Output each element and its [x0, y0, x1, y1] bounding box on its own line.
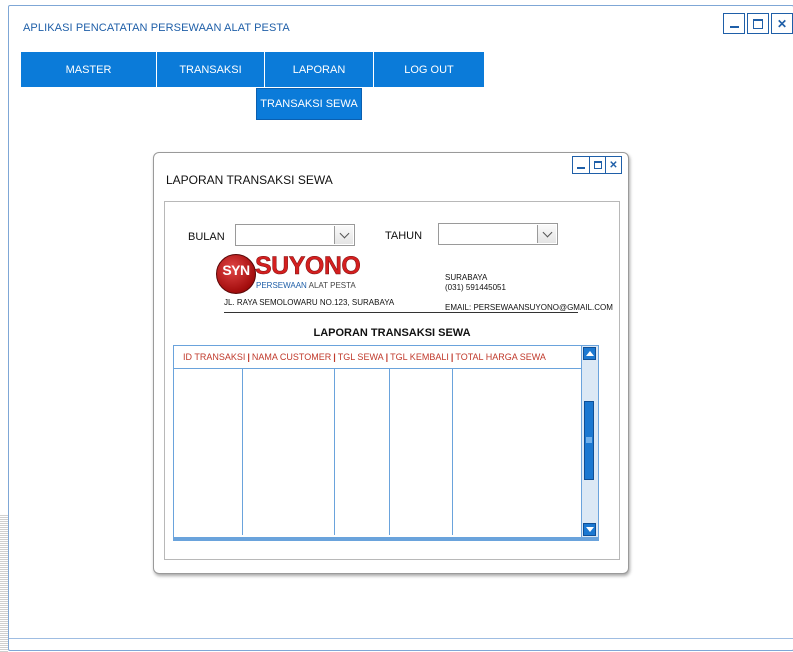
scroll-down-button[interactable] — [583, 523, 596, 536]
col-nama-customer: NAMA CUSTOMER — [251, 352, 332, 362]
close-icon: ✕ — [609, 159, 618, 171]
app-title: APLIKASI PENCATATAN PERSEWAAN ALAT PESTA — [23, 22, 290, 34]
table-header: ID TRANSAKSI | NAMA CUSTOMER | TGL SEWA … — [174, 346, 584, 369]
report-window: LAPORAN TRANSAKSI SEWA ✕ BULAN TAHUN SYN… — [153, 152, 629, 574]
column-line — [334, 368, 335, 535]
left-edge-pattern — [0, 515, 8, 652]
maximize-icon — [753, 18, 763, 29]
column-divider: | — [247, 352, 250, 362]
arrow-up-icon — [585, 351, 594, 356]
report-minimize-button[interactable] — [573, 157, 589, 173]
column-line — [452, 368, 453, 535]
report-panel: BULAN TAHUN SYN SUYONO PERSEWAAN ALAT PE… — [164, 201, 620, 560]
logo-tagline-blue: PERSEWAAN — [256, 281, 307, 290]
maximize-button[interactable] — [747, 13, 769, 34]
col-tgl-kembali: TGL KEMBALI — [390, 352, 449, 362]
bulan-label: BULAN — [188, 231, 225, 243]
bulan-select[interactable] — [235, 224, 355, 246]
maximize-icon — [593, 161, 602, 169]
submenu-transaksi-sewa[interactable]: TRANSAKSI SEWA — [256, 88, 362, 120]
report-heading: LAPORAN TRANSAKSI SEWA — [313, 327, 471, 339]
chevron-down-icon[interactable] — [334, 226, 353, 244]
company-email: EMAIL: PERSEWAANSUYONO@GMAIL.COM — [445, 303, 613, 312]
column-line — [389, 368, 390, 535]
logo-tagline-gray: ALAT PESTA — [308, 281, 356, 290]
arrow-down-icon — [585, 527, 594, 532]
close-icon: ✕ — [776, 16, 788, 31]
menu-transaksi[interactable]: TRANSAKSI — [157, 52, 265, 87]
menu-master[interactable]: MASTER — [21, 52, 157, 87]
menu-logout[interactable]: LOG OUT — [374, 52, 484, 87]
menu-bar: MASTER TRANSAKSI LAPORAN LOG OUT — [21, 52, 484, 87]
column-divider: | — [385, 352, 389, 362]
report-close-button[interactable]: ✕ — [605, 157, 621, 173]
col-id-transaksi: ID TRANSAKSI — [183, 352, 246, 362]
tahun-select[interactable] — [438, 223, 558, 245]
tahun-label: TAHUN — [385, 230, 423, 242]
minimize-icon — [577, 166, 585, 169]
col-total-harga-sewa: TOTAL HARGA SEWA — [455, 352, 546, 362]
col-tgl-sewa: TGL SEWA — [337, 352, 384, 362]
scroll-up-button[interactable] — [583, 347, 596, 360]
scroll-thumb[interactable] — [584, 401, 594, 480]
minimize-button[interactable] — [723, 13, 745, 34]
company-phone: (031) 591445051 — [445, 283, 506, 292]
report-maximize-button[interactable] — [589, 157, 605, 173]
column-divider: | — [333, 352, 336, 362]
grip-icon — [586, 437, 592, 443]
company-address: JL. RAYA SEMOLOWARU NO.123, SURABAYA — [224, 298, 395, 307]
logo-tagline: PERSEWAAN ALAT PESTA — [256, 281, 356, 290]
table-footer-bar — [173, 538, 599, 541]
close-button[interactable]: ✕ — [771, 13, 793, 34]
bottom-divider — [9, 638, 793, 639]
company-city: SURABAYA — [445, 273, 488, 282]
minimize-icon — [729, 25, 739, 28]
report-window-title: LAPORAN TRANSAKSI SEWA — [166, 173, 333, 187]
report-window-controls: ✕ — [572, 156, 622, 174]
transactions-table: ID TRANSAKSI | NAMA CUSTOMER | TGL SEWA … — [173, 345, 599, 538]
logo-name: SUYONO — [255, 252, 361, 280]
vertical-scrollbar[interactable] — [581, 346, 598, 537]
logo-mark: SYN — [222, 262, 250, 278]
window-controls: ✕ — [721, 13, 793, 34]
column-line — [242, 368, 243, 535]
chevron-down-icon[interactable] — [537, 225, 556, 243]
column-divider: | — [450, 352, 454, 362]
menu-laporan[interactable]: LAPORAN — [265, 52, 374, 87]
